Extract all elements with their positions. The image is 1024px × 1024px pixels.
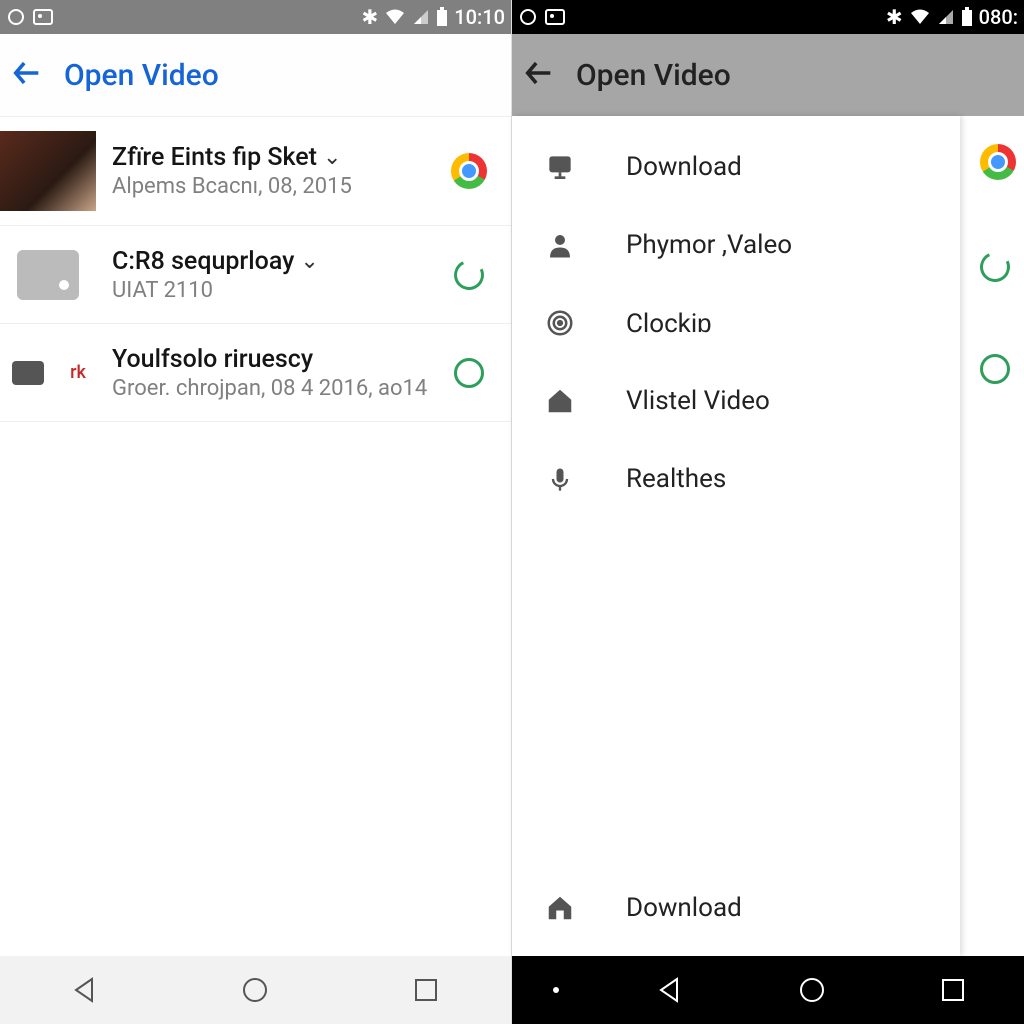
drawer-item-clockin[interactable]: Clockiɒ: [512, 284, 960, 362]
drawer-item-vlistel[interactable]: Vlistel Video: [512, 362, 960, 440]
person-icon: [538, 230, 582, 260]
bluetooth-icon: ✱: [886, 5, 903, 29]
status-icon: [980, 354, 1010, 384]
list-item[interactable]: rk Youlfsolo riruescy Groer. chrojpan, 0…: [0, 324, 511, 422]
thumbnail: rk: [0, 343, 96, 403]
thumbnail: [0, 131, 96, 211]
drawer-label: Phymor ,Valeo: [626, 230, 792, 260]
back-button[interactable]: [522, 56, 556, 94]
signal-icon: [412, 8, 430, 26]
nav-recent-button[interactable]: [396, 970, 456, 1010]
home-filled-icon: [538, 893, 582, 923]
signal-icon: [937, 8, 955, 26]
nav-home-button[interactable]: [782, 970, 842, 1010]
drawer-item-download[interactable]: Download: [512, 128, 960, 206]
page-title: Open Video: [576, 58, 731, 93]
drawer-label: Vlistel Video: [626, 386, 770, 416]
phone-left: ✱ 10:10 Open Video Zfïre Eints fip Sket⌄…: [0, 0, 512, 1024]
drawer-item-phymor[interactable]: Phymor ,Valeo: [512, 206, 960, 284]
thumbnail: [0, 250, 96, 300]
drawer-label: Realthes: [626, 464, 726, 494]
nav-back-button[interactable]: [55, 970, 115, 1010]
nav-bar: [0, 956, 511, 1024]
target-icon: [538, 308, 582, 338]
item-subtitle: Groer. chrojpan, 08 4 2016, ao14: [112, 376, 441, 401]
home-icon: [538, 386, 582, 416]
wifi-icon: [909, 8, 931, 26]
phone-right: ✱ 080: Open Video Download Phymor ,Valeo: [512, 0, 1024, 1024]
battery-icon: [961, 7, 973, 27]
item-subtitle: Alpems Bcacnı, 08, 2015: [112, 174, 441, 199]
bluetooth-icon: ✱: [361, 5, 378, 29]
appbar: Open Video: [0, 34, 511, 116]
list-item[interactable]: C:R8 sequprloay⌄ UIAT 2110: [0, 226, 511, 324]
item-subtitle: UIAT 2110: [112, 278, 441, 303]
chrome-icon: [980, 144, 1016, 180]
chevron-down-icon[interactable]: ⌄: [300, 249, 318, 274]
drawer-label: Download: [626, 893, 742, 923]
navigation-drawer[interactable]: Download Phymor ,Valeo Clockiɒ Vlistel V…: [512, 116, 960, 956]
list-item[interactable]: Zfïre Eints fip Sket⌄ Alpems Bcacnı, 08,…: [0, 116, 511, 226]
drawer-label: Download: [626, 152, 742, 182]
drawer-label: Clockiɒ: [626, 308, 712, 339]
wifi-icon: [384, 8, 406, 26]
nav-recent-button[interactable]: [923, 970, 983, 1010]
mic-icon: [538, 463, 582, 495]
status-bar: ✱ 080:: [512, 0, 1024, 34]
item-title: C:R8 sequprloay: [112, 247, 294, 276]
drawer-item-realthes[interactable]: Realthes: [512, 440, 960, 518]
item-title: Zfïre Eints fip Sket: [112, 143, 317, 172]
status-time: 080:: [979, 5, 1018, 29]
appbar: Open Video: [512, 34, 1024, 116]
back-button[interactable]: [10, 56, 44, 94]
page-title: Open Video: [64, 58, 219, 93]
item-title: Youlfsolo riruescy: [112, 345, 313, 374]
picture-icon: [544, 7, 566, 27]
battery-icon: [436, 7, 448, 27]
status-bar: ✱ 10:10: [0, 0, 511, 34]
circle-icon: [6, 7, 26, 27]
chevron-down-icon[interactable]: ⌄: [323, 145, 341, 170]
status-icon: [976, 248, 1014, 286]
status-time: 10:10: [454, 5, 505, 29]
circle-icon: [518, 7, 538, 27]
nav-back-button[interactable]: [640, 970, 700, 1010]
drawer-bottom-download[interactable]: Download: [512, 860, 960, 956]
chrome-icon[interactable]: [441, 153, 497, 189]
nav-dot: [553, 987, 559, 993]
video-list[interactable]: Zfïre Eints fip Sket⌄ Alpems Bcacnı, 08,…: [0, 116, 511, 956]
nav-home-button[interactable]: [225, 970, 285, 1010]
rk-label: rk: [70, 362, 86, 383]
status-icon[interactable]: [441, 358, 497, 388]
nav-bar: [512, 956, 1024, 1024]
picture-icon: [32, 7, 54, 27]
monitor-icon: [538, 151, 582, 183]
status-icon[interactable]: [441, 260, 497, 290]
